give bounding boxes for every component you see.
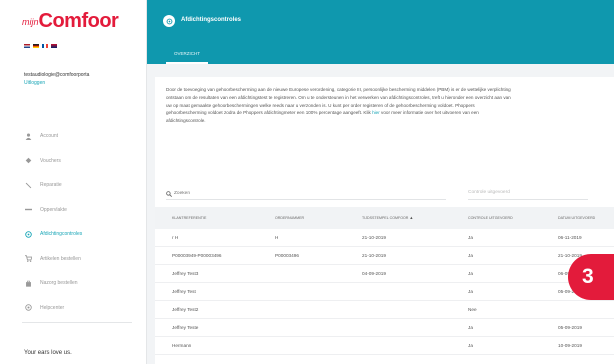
table-row[interactable]: Jeffrey Test Ja 05-09-2019 <box>155 283 614 301</box>
step-number: 3 <box>582 265 594 288</box>
sidebar-item-reparatie[interactable]: Reparatie <box>24 173 82 198</box>
logo-main: Comfoor <box>38 10 119 32</box>
column-header-datum[interactable]: DATUM UITGEVOERD <box>558 207 595 229</box>
cell-ordernummer: H <box>275 235 279 240</box>
cell-tijdsstempel: 04-09-2019 <box>362 271 386 276</box>
cell-klantreferentie: P00003949-P00003496 <box>172 253 222 258</box>
column-label: DATUM UITGEVOERD <box>558 216 596 220</box>
logo-prefix: mijn <box>22 17 39 27</box>
cell-datum: 06-11-2019 <box>558 235 582 240</box>
column-header-klantreferentie[interactable]: KLANTREFERENTIE <box>172 207 206 229</box>
sort-ascending-icon: ▲ <box>409 215 414 220</box>
sidebar-item-account[interactable]: Account <box>24 124 82 149</box>
logout-link[interactable]: Uitloggen <box>24 80 45 86</box>
table-row[interactable]: r H H 21-10-2019 Ja 06-11-2019 <box>155 229 614 247</box>
sidebar-item-afdichtingcontroles[interactable]: Afdichtingcontroles <box>24 222 82 247</box>
sidebar-item-label: Account <box>40 133 59 140</box>
cell-controle: Ja <box>468 325 473 330</box>
cell-tijdsstempel: 21-10-2019 <box>362 253 386 258</box>
column-label: TIJDSSTEMPEL COMFOOR <box>362 216 409 220</box>
help-icon <box>24 304 33 312</box>
search-input[interactable] <box>174 188 434 199</box>
intro-text: Door de toevoeging van gehoorbescherming… <box>166 86 511 125</box>
page-title: Afdichtingscontroles <box>181 17 242 23</box>
sidebar-nav: Account Vouchers Reparatie Oppervlakte A… <box>24 124 82 320</box>
cell-datum: 10-09-2019 <box>558 343 582 348</box>
search-bar <box>166 188 446 200</box>
sidebar-item-label: Reparatie <box>40 182 62 189</box>
ear-icon <box>163 15 175 27</box>
cell-klantreferentie: Jeffrey Test2 <box>172 307 199 312</box>
column-header-controle[interactable]: CONTROLE UITGEVOERD <box>468 207 513 229</box>
sidebar-item-label: Nazorg bestellen <box>40 280 78 287</box>
cell-controle: Ja <box>468 289 473 294</box>
column-header-tijdsstempel[interactable]: TIJDSSTEMPEL COMFOOR ▲ <box>362 207 413 229</box>
table-row[interactable]: Jeffrey Test3 04-09-2019 Ja 06-09-2019 <box>155 265 614 283</box>
flag-nl-icon[interactable] <box>24 44 30 48</box>
cell-datum: 05-09-2019 <box>558 325 582 330</box>
table-row[interactable]: Jeffrey Teste Ja 05-09-2019 <box>155 319 614 337</box>
info-link[interactable]: hier <box>372 110 380 115</box>
tab-overzicht[interactable]: OVERZICHT <box>166 47 208 64</box>
table-header: KLANTREFERENTIE ORDERNUMMER TIJDSSTEMPEL… <box>155 207 614 229</box>
brand-logo[interactable]: mijnComfoor <box>22 10 119 33</box>
status-filter[interactable]: Controle uitgevoerd <box>468 188 588 200</box>
bag-icon <box>24 279 33 287</box>
sidebar-item-label: Afdichtingcontroles <box>40 231 83 238</box>
cell-controle: Ja <box>468 235 473 240</box>
column-label: KLANTREFERENTIE <box>172 216 207 220</box>
cell-controle: Ja <box>468 253 473 258</box>
cell-ordernummer: P00003496 <box>275 253 299 258</box>
cart-icon <box>24 255 33 263</box>
sidebar-item-helpcenter[interactable]: Helpcenter <box>24 296 82 321</box>
voucher-icon <box>24 157 33 165</box>
cell-controle: Ja <box>468 343 473 348</box>
language-switcher <box>24 44 57 48</box>
user-email: testaudiologie@comfoorporta <box>24 72 90 78</box>
cell-klantreferentie: Jeffrey Test3 <box>172 271 199 276</box>
sidebar-item-label: Vouchers <box>40 157 61 164</box>
page-header: Afdichtingscontroles OVERZICHT <box>147 0 614 64</box>
table-row[interactable]: Jeffrey Test2 Nee <box>155 301 614 319</box>
flag-fr-icon[interactable] <box>42 44 48 48</box>
ruler-icon <box>24 206 33 214</box>
cell-controle: Nee <box>468 307 477 312</box>
sidebar-item-label: Oppervlakte <box>40 206 67 213</box>
cell-controle: Ja <box>468 271 473 276</box>
cell-klantreferentie: Jeffrey Test <box>172 289 196 294</box>
step-badge: 3 <box>568 254 614 300</box>
sidebar-item-label: Artikelen bestellen <box>40 255 81 262</box>
cell-klantreferentie: Hermann <box>172 343 192 348</box>
sidebar-item-oppervlakte[interactable]: Oppervlakte <box>24 198 82 223</box>
table-row[interactable]: P00003949-P00003496 P00003496 21-10-2019… <box>155 247 614 265</box>
flag-de-icon[interactable] <box>33 44 39 48</box>
sidebar-item-vouchers[interactable]: Vouchers <box>24 149 82 174</box>
sidebar: mijnComfoor testaudiologie@comfoorporta … <box>0 0 147 364</box>
sidebar-divider <box>22 322 132 323</box>
cell-klantreferentie: Jeffrey Teste <box>172 325 199 330</box>
wrench-icon <box>24 181 33 189</box>
sidebar-item-artikelen[interactable]: Artikelen bestellen <box>24 247 82 272</box>
cell-tijdsstempel: 21-10-2019 <box>362 235 386 240</box>
column-header-ordernummer[interactable]: ORDERNUMMER <box>275 207 304 229</box>
sidebar-item-nazorg[interactable]: Nazorg bestellen <box>24 271 82 296</box>
flag-en-icon[interactable] <box>51 44 57 48</box>
column-label: ORDERNUMMER <box>275 216 305 220</box>
column-label: CONTROLE UITGEVOERD <box>468 216 513 220</box>
cell-klantreferentie: r H <box>172 235 179 240</box>
table-row[interactable]: Hermann Ja 10-09-2019 <box>155 337 614 355</box>
content-card: Door de toevoeging van gehoorbescherming… <box>155 77 614 364</box>
tagline: Your ears love us. <box>24 350 72 356</box>
ear-icon <box>24 230 33 238</box>
sidebar-item-label: Helpcenter <box>40 304 65 311</box>
person-icon <box>24 132 33 140</box>
search-icon <box>166 190 172 197</box>
